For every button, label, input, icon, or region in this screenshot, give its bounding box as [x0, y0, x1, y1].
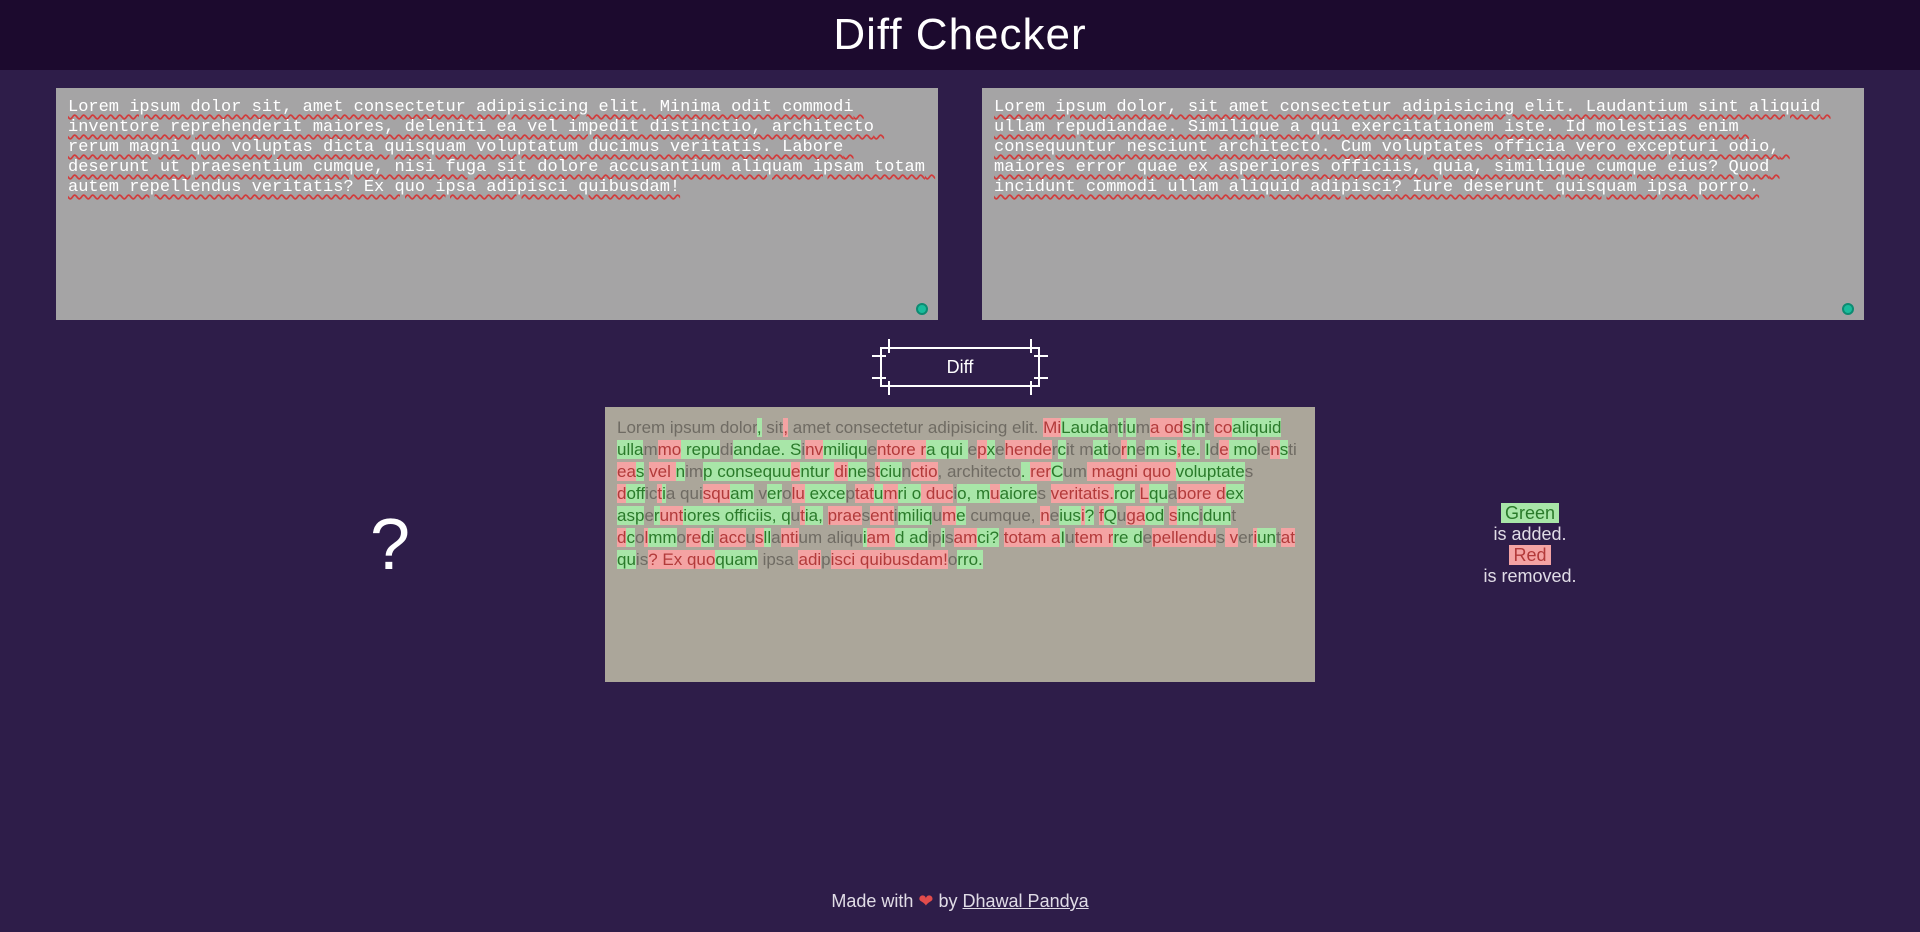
grammarly-icon[interactable] — [916, 303, 928, 315]
diff-button[interactable]: Diff — [880, 347, 1040, 387]
footer-prefix: Made with — [831, 891, 918, 911]
help-column: ? — [175, 407, 605, 682]
grammarly-icon[interactable] — [1842, 303, 1854, 315]
diff-button-label: Diff — [947, 357, 974, 377]
diff-button-row: Diff — [0, 347, 1920, 387]
legend-green-label: Green — [1501, 503, 1559, 523]
footer: Made with ❤ by Dhawal Pandya — [0, 891, 1920, 912]
app-title: Diff Checker — [833, 10, 1086, 60]
legend-red: Red — [1509, 545, 1550, 566]
right-text-input[interactable] — [982, 88, 1864, 320]
results-row: ? Lorem ipsum dolor, sit, amet consectet… — [0, 407, 1920, 682]
help-icon[interactable]: ? — [370, 504, 410, 586]
legend-green: Green — [1501, 503, 1559, 524]
inputs-row — [0, 70, 1920, 325]
left-input-wrap — [56, 88, 938, 325]
header: Diff Checker — [0, 0, 1920, 70]
legend-red-label: Red — [1509, 545, 1550, 565]
left-text-input[interactable] — [56, 88, 938, 320]
footer-by: by — [934, 891, 963, 911]
legend-green-text: is added. — [1493, 524, 1566, 545]
right-input-wrap — [982, 88, 1864, 325]
diff-output: Lorem ipsum dolor, sit, amet consectetur… — [605, 407, 1315, 682]
legend-column: Green is added. Red is removed. — [1315, 407, 1745, 682]
legend-red-text: is removed. — [1483, 566, 1576, 587]
author-link[interactable]: Dhawal Pandya — [963, 891, 1089, 911]
heart-icon: ❤ — [918, 891, 933, 911]
